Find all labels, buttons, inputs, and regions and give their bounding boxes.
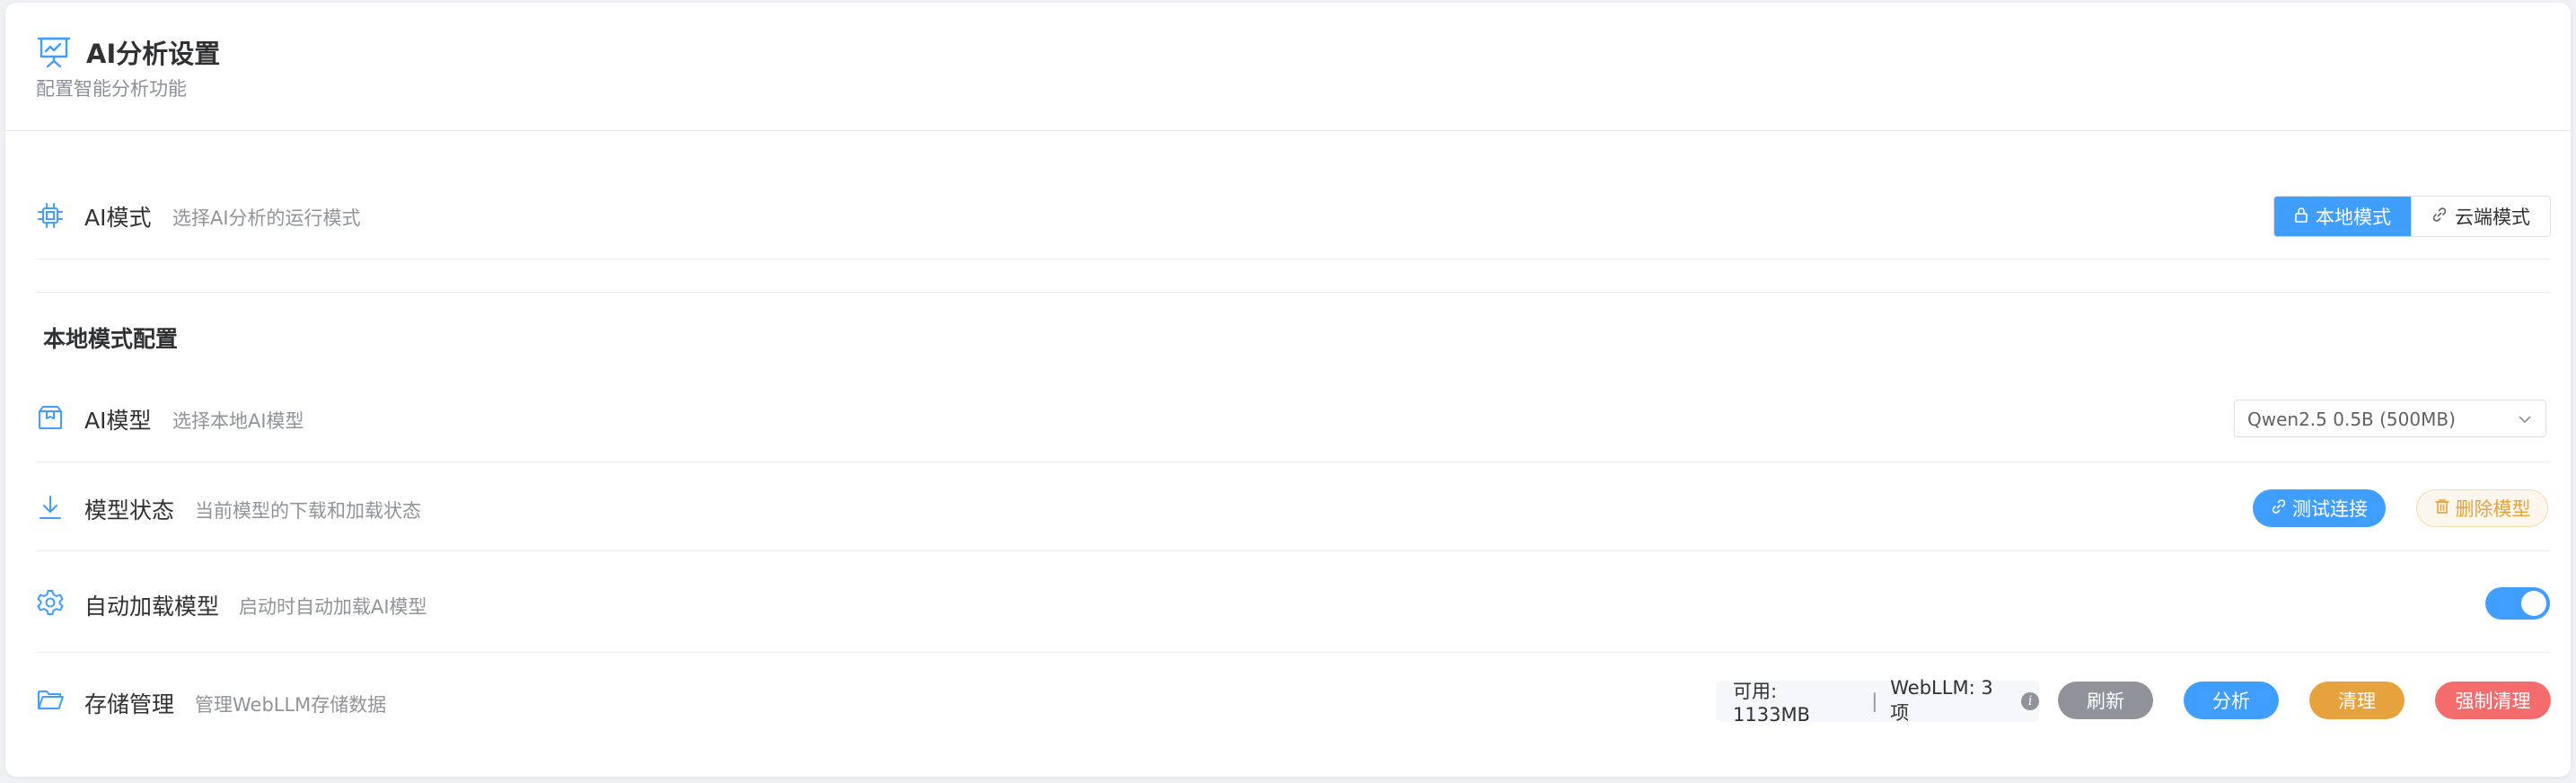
divider (36, 259, 2550, 260)
test-connection-button[interactable]: 测试连接 (2253, 489, 2386, 527)
gear-icon (36, 588, 65, 617)
ai-model-row: AI模型 选择本地AI模型 (36, 400, 2550, 437)
test-connection-label: 测试连接 (2292, 498, 2368, 520)
model-status-label: 模型状态 (84, 497, 175, 523)
auto-load-toggle[interactable] (2485, 587, 2550, 620)
toggle-knob (2521, 591, 2546, 616)
section-divider (36, 292, 2550, 293)
cpu-icon (36, 201, 65, 230)
local-mode-label: 本地模式 (2316, 207, 2391, 228)
storage-row: 存储管理 管理WebLLM存储数据 (36, 682, 2550, 719)
clean-button[interactable]: 清理 (2309, 682, 2405, 719)
delete-model-button[interactable]: 删除模型 (2416, 489, 2548, 527)
box-icon (36, 403, 65, 432)
storage-webllm-count: WebLLM: 3项 (1890, 677, 1993, 724)
link-icon (2271, 497, 2287, 519)
link-icon (2431, 206, 2448, 227)
ai-model-desc: 选择本地AI模型 (172, 410, 304, 432)
cloud-mode-label: 云端模式 (2455, 207, 2530, 228)
ai-model-select-value: Qwen2.5 0.5B (500MB) (2247, 409, 2456, 430)
model-status-desc: 当前模型的下载和加载状态 (195, 500, 421, 522)
settings-card: AI分析设置 配置智能分析功能 AI模式 选择AI分析的运行模式 本地模式 云端… (5, 3, 2571, 777)
lock-icon (2294, 206, 2308, 227)
page-title: AI分析设置 (86, 39, 221, 69)
model-status-row: 模型状态 当前模型的下载和加载状态 (36, 489, 2550, 527)
refresh-button[interactable]: 刷新 (2058, 682, 2153, 719)
storage-separator: | (1871, 691, 1878, 712)
auto-load-desc: 启动时自动加载AI模型 (239, 596, 427, 618)
auto-load-label: 自动加载模型 (84, 594, 220, 620)
local-mode-button[interactable]: 本地模式 (2274, 197, 2411, 236)
folder-icon (36, 685, 65, 714)
section-title: 本地模式配置 (43, 326, 179, 352)
storage-label: 存储管理 (84, 691, 175, 717)
settings-header: AI分析设置 配置智能分析功能 (5, 3, 2571, 131)
divider (36, 550, 2550, 551)
download-icon (36, 493, 65, 522)
auto-load-row: 自动加载模型 启动时自动加载AI模型 (36, 585, 2550, 622)
trash-icon (2434, 497, 2450, 519)
ai-mode-row: AI模式 选择AI分析的运行模式 (36, 196, 2550, 235)
ai-model-label: AI模型 (84, 408, 152, 434)
ai-mode-segmented-control: 本地模式 云端模式 (2273, 196, 2551, 237)
delete-model-label: 删除模型 (2455, 498, 2531, 520)
storage-info-box: 可用: 1133MB | WebLLM: 3项 i (1716, 677, 2039, 726)
analyze-button[interactable]: 分析 (2184, 682, 2279, 719)
ai-model-select[interactable]: Qwen2.5 0.5B (500MB) (2234, 400, 2546, 437)
force-clean-button[interactable]: 强制清理 (2435, 682, 2551, 719)
info-icon[interactable]: i (2021, 692, 2039, 710)
chevron-down-icon (2517, 411, 2533, 427)
ai-mode-label: AI模式 (84, 205, 152, 231)
ai-mode-desc: 选择AI分析的运行模式 (172, 207, 361, 229)
presentation-chart-icon (36, 34, 72, 70)
storage-desc: 管理WebLLM存储数据 (195, 694, 387, 716)
cloud-mode-button[interactable]: 云端模式 (2411, 197, 2550, 236)
page-subtitle: 配置智能分析功能 (36, 78, 187, 100)
storage-available: 可用: 1133MB (1733, 681, 1810, 726)
divider (36, 652, 2550, 653)
